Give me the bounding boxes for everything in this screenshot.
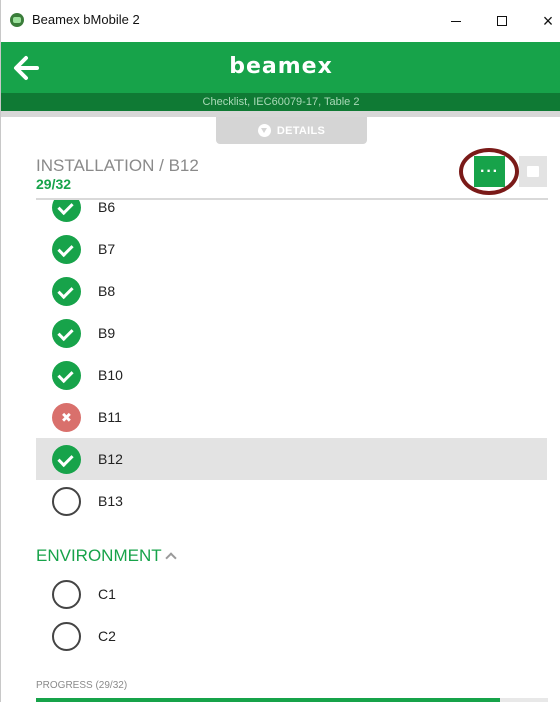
x-circle-icon: ✖ xyxy=(52,403,81,432)
brand-logo: beamex xyxy=(229,54,333,79)
check-circle-icon xyxy=(52,319,81,348)
side-panel-button[interactable] xyxy=(519,156,547,187)
checklist-item-label: B10 xyxy=(98,367,123,383)
close-icon: × xyxy=(542,11,554,31)
checklist-item[interactable]: ✖ B11 xyxy=(36,396,547,438)
check-circle-icon xyxy=(52,235,81,264)
checklist-item-label: C2 xyxy=(98,628,116,644)
progress-bar-fill xyxy=(36,698,500,702)
more-options-button[interactable]: ··· xyxy=(474,156,505,187)
title-bar: Beamex bMobile 2 × xyxy=(1,0,560,42)
details-label: DETAILS xyxy=(276,124,326,137)
checklist-item[interactable]: B6 xyxy=(36,200,547,228)
checklist-item[interactable]: C1 xyxy=(36,573,547,615)
section-title: INSTALLATION / B12 xyxy=(36,156,199,175)
empty-circle-icon xyxy=(52,622,81,651)
checklist-item-label: B9 xyxy=(98,325,116,341)
checklist-item-label: C1 xyxy=(98,586,116,602)
checklist-item[interactable]: B9 xyxy=(36,312,547,354)
check-circle-icon xyxy=(52,200,81,222)
empty-circle-icon xyxy=(52,487,81,516)
checklist-item-label: B12 xyxy=(98,451,123,467)
app-header: beamex xyxy=(1,42,560,93)
checklist-item[interactable]: C2 xyxy=(36,615,547,657)
section-count: 29/32 xyxy=(36,176,72,192)
checklist-item[interactable]: B12 xyxy=(36,438,547,480)
details-toggle-button[interactable]: DETAILS xyxy=(216,117,367,144)
checklist-item-label: B11 xyxy=(98,409,122,425)
ellipsis-icon: ··· xyxy=(480,162,499,180)
checklist-item-label: B7 xyxy=(98,241,116,257)
progress-bar xyxy=(36,698,548,702)
check-circle-icon xyxy=(52,361,81,390)
empty-circle-icon xyxy=(52,580,81,609)
close-button[interactable]: × xyxy=(529,4,560,38)
maximize-button[interactable] xyxy=(483,4,521,38)
minimize-icon xyxy=(451,20,461,22)
circle-down-icon xyxy=(257,124,271,137)
checklist-item[interactable]: B13 xyxy=(36,480,547,522)
checklist-item[interactable]: B8 xyxy=(36,270,547,312)
breadcrumb-subtitle: Checklist, IEC60079-17, Table 2 xyxy=(1,93,560,111)
minimize-button[interactable] xyxy=(437,4,475,38)
checklist-item[interactable]: B7 xyxy=(36,228,547,270)
checklist-item-label: B13 xyxy=(98,493,123,509)
window-title: Beamex bMobile 2 xyxy=(32,12,140,27)
progress-label: PROGRESS (29/32) xyxy=(36,680,128,691)
checklist-item[interactable]: B10 xyxy=(36,354,547,396)
app-logo-icon xyxy=(10,13,24,27)
maximize-icon xyxy=(497,16,507,26)
chevron-up-icon[interactable] xyxy=(165,552,177,564)
check-circle-icon xyxy=(52,277,81,306)
check-circle-icon xyxy=(52,445,81,474)
app-window: Beamex bMobile 2 × beamex Checklist, IEC… xyxy=(0,0,560,702)
checklist-item-label: B8 xyxy=(98,283,116,299)
checklist: B6 B7 B8 B9 B10 ✖ B11 B12 B13 ENVIRONMENT C1 C2 xyxy=(36,200,548,678)
environment-section-toggle[interactable]: ENVIRONMENT xyxy=(36,546,162,566)
checklist-item-label: B6 xyxy=(98,200,116,215)
